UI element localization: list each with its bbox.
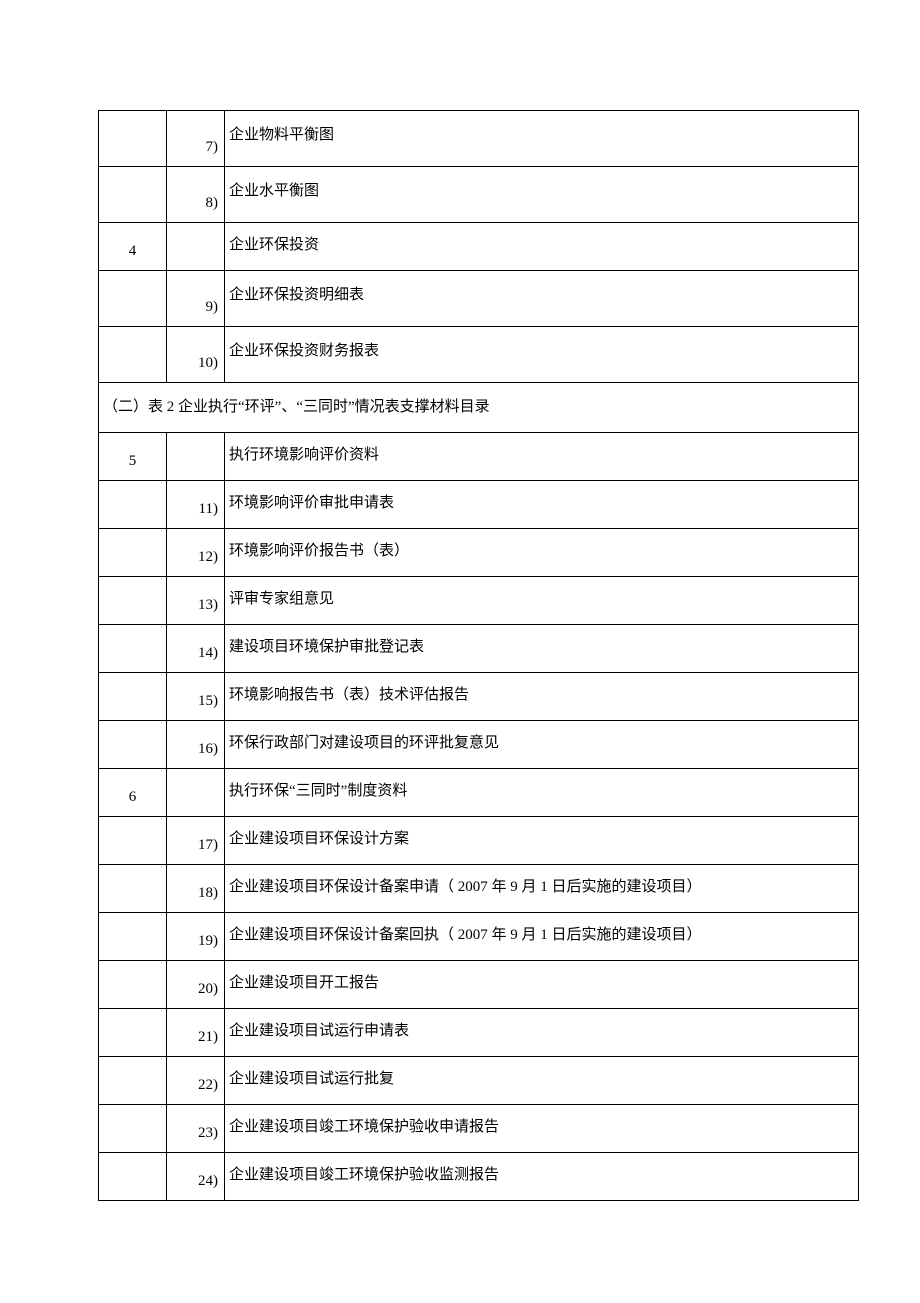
- item-number: 15): [167, 673, 225, 721]
- row-number: [99, 529, 167, 577]
- item-number: 14): [167, 625, 225, 673]
- table-row: 21)企业建设项目试运行申请表: [99, 1009, 859, 1057]
- table-row: 23)企业建设项目竣工环境保护验收申请报告: [99, 1105, 859, 1153]
- item-number: 18): [167, 865, 225, 913]
- item-title: 执行环境影响评价资料: [225, 433, 859, 481]
- item-title: 企业水平衡图: [225, 167, 859, 223]
- item-title: 企业物料平衡图: [225, 111, 859, 167]
- section-heading: （二）表 2 企业执行“环评”、“三同时”情况表支撑材料目录: [99, 383, 859, 433]
- item-title: 企业建设项目竣工环境保护验收申请报告: [225, 1105, 859, 1153]
- item-number: [167, 769, 225, 817]
- item-title: 企业建设项目环保设计方案: [225, 817, 859, 865]
- item-number: 19): [167, 913, 225, 961]
- table-row: 18)企业建设项目环保设计备案申请（ 2007 年 9 月 1 日后实施的建设项…: [99, 865, 859, 913]
- row-number: [99, 1057, 167, 1105]
- table-row: 19)企业建设项目环保设计备案回执（ 2007 年 9 月 1 日后实施的建设项…: [99, 913, 859, 961]
- row-number: 5: [99, 433, 167, 481]
- table-row: 13)评审专家组意见: [99, 577, 859, 625]
- row-number: [99, 327, 167, 383]
- item-number: 11): [167, 481, 225, 529]
- table-row: 20)企业建设项目开工报告: [99, 961, 859, 1009]
- item-number: 13): [167, 577, 225, 625]
- item-title: 建设项目环境保护审批登记表: [225, 625, 859, 673]
- item-number: 22): [167, 1057, 225, 1105]
- table-row: 6 执行环保“三同时”制度资料: [99, 769, 859, 817]
- item-title: 企业建设项目环保设计备案回执（ 2007 年 9 月 1 日后实施的建设项目）: [225, 913, 859, 961]
- row-number: [99, 721, 167, 769]
- item-title: 企业环保投资: [225, 223, 859, 271]
- item-title: 企业建设项目开工报告: [225, 961, 859, 1009]
- table-row: 15)环境影响报告书（表）技术评估报告: [99, 673, 859, 721]
- item-title: 环境影响评价报告书（表）: [225, 529, 859, 577]
- item-number: 7): [167, 111, 225, 167]
- item-title: 企业建设项目试运行申请表: [225, 1009, 859, 1057]
- document-page: 7)企业物料平衡图8)企业水平衡图4企业环保投资9)企业环保投资明细表10)企业…: [0, 110, 920, 1201]
- row-number: [99, 625, 167, 673]
- row-number: [99, 961, 167, 1009]
- row-number: [99, 865, 167, 913]
- row-number: [99, 481, 167, 529]
- table-row: 11)环境影响评价审批申请表: [99, 481, 859, 529]
- row-number: 6: [99, 769, 167, 817]
- row-number: [99, 1105, 167, 1153]
- item-title: 评审专家组意见: [225, 577, 859, 625]
- item-title: 企业环保投资明细表: [225, 271, 859, 327]
- item-title: 执行环保“三同时”制度资料: [225, 769, 859, 817]
- row-number: [99, 167, 167, 223]
- row-number: [99, 111, 167, 167]
- item-title: 企业建设项目试运行批复: [225, 1057, 859, 1105]
- row-number: 4: [99, 223, 167, 271]
- table-row: 12)环境影响评价报告书（表）: [99, 529, 859, 577]
- catalog-table: 7)企业物料平衡图8)企业水平衡图4企业环保投资9)企业环保投资明细表10)企业…: [98, 110, 859, 1201]
- item-number: 24): [167, 1153, 225, 1201]
- item-number: 8): [167, 167, 225, 223]
- item-title: 环境影响评价审批申请表: [225, 481, 859, 529]
- item-number: [167, 433, 225, 481]
- table-row: 5 执行环境影响评价资料: [99, 433, 859, 481]
- table-row: 4 企业环保投资: [99, 223, 859, 271]
- row-number: [99, 1153, 167, 1201]
- table-row: 10)企业环保投资财务报表: [99, 327, 859, 383]
- item-number: 12): [167, 529, 225, 577]
- row-number: [99, 817, 167, 865]
- row-number: [99, 1009, 167, 1057]
- item-number: 10): [167, 327, 225, 383]
- table-row: 7)企业物料平衡图: [99, 111, 859, 167]
- table-row: （二）表 2 企业执行“环评”、“三同时”情况表支撑材料目录: [99, 383, 859, 433]
- item-number: 9): [167, 271, 225, 327]
- item-number: 16): [167, 721, 225, 769]
- item-title: 企业环保投资财务报表: [225, 327, 859, 383]
- row-number: [99, 577, 167, 625]
- table-row: 8)企业水平衡图: [99, 167, 859, 223]
- item-title: 企业建设项目环保设计备案申请（ 2007 年 9 月 1 日后实施的建设项目）: [225, 865, 859, 913]
- item-title: 企业建设项目竣工环境保护验收监测报告: [225, 1153, 859, 1201]
- table-row: 17)企业建设项目环保设计方案: [99, 817, 859, 865]
- row-number: [99, 913, 167, 961]
- table-row: 9)企业环保投资明细表: [99, 271, 859, 327]
- table-row: 24)企业建设项目竣工环境保护验收监测报告: [99, 1153, 859, 1201]
- item-number: 23): [167, 1105, 225, 1153]
- item-number: 17): [167, 817, 225, 865]
- table-row: 22)企业建设项目试运行批复: [99, 1057, 859, 1105]
- item-title: 环境影响报告书（表）技术评估报告: [225, 673, 859, 721]
- row-number: [99, 271, 167, 327]
- table-row: 16)环保行政部门对建设项目的环评批复意见: [99, 721, 859, 769]
- item-number: 20): [167, 961, 225, 1009]
- table-row: 14)建设项目环境保护审批登记表: [99, 625, 859, 673]
- row-number: [99, 673, 167, 721]
- item-number: 21): [167, 1009, 225, 1057]
- item-title: 环保行政部门对建设项目的环评批复意见: [225, 721, 859, 769]
- item-number: [167, 223, 225, 271]
